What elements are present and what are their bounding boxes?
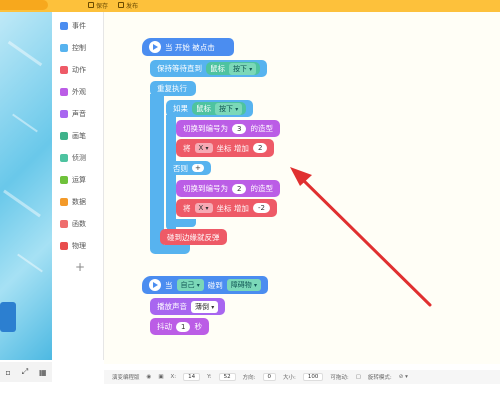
status-label: 演变编程版 (112, 375, 140, 381)
annotation-arrow (290, 167, 432, 307)
lock-icon[interactable]: ▣ (158, 374, 163, 380)
direction-input[interactable]: 0 (262, 373, 276, 381)
x-input[interactable]: 14 (183, 373, 201, 381)
y-input[interactable]: 52 (218, 373, 236, 381)
eye-icon[interactable]: ◉ (147, 374, 152, 380)
x-label: X: (170, 374, 177, 380)
rotation-dropdown[interactable]: ⊘ ▾ (399, 374, 408, 380)
direction-label: 方向: (242, 375, 256, 381)
draggable-label: 可拖动: (330, 375, 349, 381)
y-label: Y: (207, 374, 212, 380)
sprite-status-bar: 演变编程版 ◉ ▣ X: 14 Y: 52 方向: 0 大小: 100 可拖动:… (104, 370, 500, 384)
draggable-toggle[interactable]: ▢ (356, 374, 361, 380)
size-input[interactable]: 100 (302, 373, 324, 381)
rotation-label: 旋转模式: (367, 375, 392, 381)
size-label: 大小: (283, 375, 296, 381)
